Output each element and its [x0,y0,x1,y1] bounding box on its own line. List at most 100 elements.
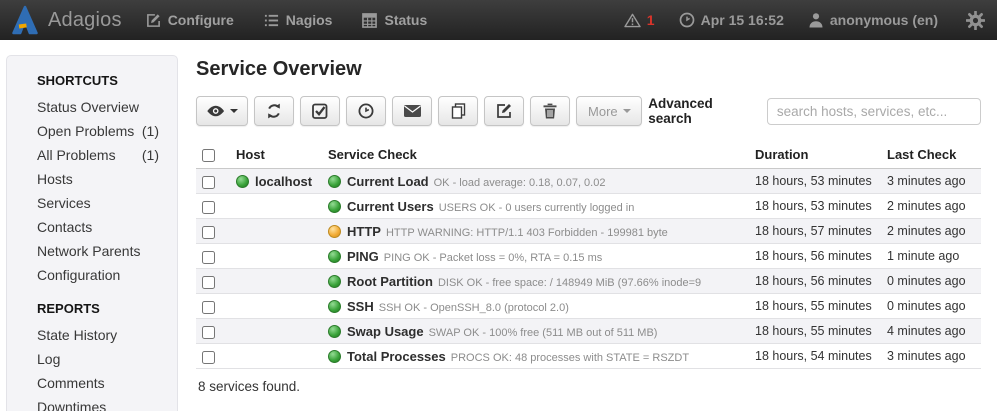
service-link[interactable]: Current Load [347,174,429,189]
service-link[interactable]: HTTP [347,224,381,239]
row-checkbox[interactable] [202,226,215,239]
main-content: Service Overview [196,58,981,394]
sidebar-item-label: Hosts [37,167,73,191]
trash-icon [543,103,557,119]
table-row: localhost Current Load OK - load average:… [196,169,981,194]
sidebar-item-network-parents[interactable]: Network Parents [37,239,159,263]
copy-button[interactable] [438,96,478,126]
service-status-text: PROCS OK: 48 processes with STATE = RSZD… [451,352,689,364]
select-all-checkbox[interactable] [202,149,215,162]
search-input[interactable] [767,98,981,125]
row-checkbox[interactable] [202,201,215,214]
caret-down-icon [623,109,631,113]
adagios-logo-icon [12,5,38,35]
service-status-icon [328,250,341,263]
table-row: SSHSSH OK - OpenSSH_8.0 (protocol 2.0) 1… [196,294,981,319]
last-check-cell: 2 minutes ago [881,194,981,219]
service-status-text: SWAP OK - 100% free (511 MB out of 511 M… [429,327,658,339]
edit-square-icon [146,13,161,28]
sidebar-item-comments[interactable]: Comments [37,371,159,395]
sidebar-item-configuration[interactable]: Configuration [37,263,159,287]
row-checkbox[interactable] [202,251,215,264]
sidebar-item-open-problems[interactable]: Open Problems (1) [37,119,159,143]
delete-button[interactable] [530,96,570,126]
settings-button[interactable] [966,11,985,30]
service-link[interactable]: PING [347,249,379,264]
sidebar-item-label: All Problems [37,143,116,167]
sidebar-item-count: (1) [142,143,159,167]
column-duration: Duration [749,142,881,169]
table-row: Current UsersUSERS OK - 0 users currentl… [196,194,981,219]
sidebar-section-title: REPORTS [37,301,159,316]
duration-cell: 18 hours, 55 minutes [749,319,881,344]
sidebar: SHORTCUTS Status OverviewOpen Problems(1… [6,55,178,411]
row-checkbox[interactable] [202,301,215,314]
duration-cell: 18 hours, 56 minutes [749,244,881,269]
brand-title: Adagios [48,9,122,32]
column-last-check: Last Check [881,142,981,169]
sidebar-item-all-problems[interactable]: All Problems (1) [37,143,159,167]
service-link[interactable]: Current Users [347,199,434,214]
edit-square-icon [496,103,512,119]
last-check-cell: 3 minutes ago [881,169,981,194]
row-checkbox[interactable] [202,276,215,289]
gear-icon [966,11,985,30]
table-header-row: Host Service Check Duration Last Check [196,142,981,169]
menu-configure[interactable]: Configure [146,12,234,28]
sidebar-item-services[interactable]: Services [37,191,159,215]
duration-cell: 18 hours, 57 minutes [749,219,881,244]
datetime-display: Apr 15 16:52 [679,12,784,28]
sidebar-item-downtimes[interactable]: Downtimes [37,395,159,411]
sidebar-item-label: Configuration [37,263,120,287]
acknowledge-button[interactable] [300,96,340,126]
last-check-cell: 1 minute ago [881,244,981,269]
service-link[interactable]: Swap Usage [347,324,424,339]
sidebar-item-log[interactable]: Log [37,347,159,371]
service-link[interactable]: Total Processes [347,349,446,364]
service-status-text: OK - load average: 0.18, 0.07, 0.02 [434,177,606,189]
sidebar-item-label: Comments [37,371,105,395]
host-link[interactable]: localhost [255,174,312,189]
service-link[interactable]: Root Partition [347,274,433,289]
action-toolbar: More Advanced search [196,96,981,126]
services-found-count: 8 services found. [198,379,981,394]
last-check-cell: 0 minutes ago [881,294,981,319]
send-notification-button[interactable] [392,96,432,126]
brand[interactable]: Adagios [12,5,122,35]
schedule-downtime-button[interactable] [346,96,386,126]
row-checkbox[interactable] [202,326,215,339]
advanced-search-label: Advanced search [648,96,758,126]
sidebar-item-label: Contacts [37,215,92,239]
duration-cell: 18 hours, 55 minutes [749,294,881,319]
table-row: Total Processes PROCS OK: 48 processes wi… [196,344,981,369]
row-checkbox[interactable] [202,351,215,364]
refresh-button[interactable] [254,96,294,126]
sidebar-item-label: Network Parents [37,239,140,263]
row-checkbox[interactable] [202,176,215,189]
user-menu[interactable]: anonymous (en) [808,12,938,28]
last-check-cell: 2 minutes ago [881,219,981,244]
edit-button[interactable] [484,96,524,126]
sidebar-item-contacts[interactable]: Contacts [37,215,159,239]
sidebar-item-label: Services [37,191,91,215]
last-check-cell: 4 minutes ago [881,319,981,344]
menu-status[interactable]: Status [362,12,427,28]
warning-triangle-icon [624,13,641,28]
table-row: Swap Usage SWAP OK - 100% free (511 MB ou… [196,319,981,344]
service-status-text: DISK OK - free space: / 148949 MiB (97.6… [438,277,701,289]
sidebar-item-label: Open Problems [37,119,134,143]
sidebar-item-count: (1) [142,119,159,143]
service-link[interactable]: SSH [347,299,374,314]
sidebar-item-hosts[interactable]: Hosts [37,167,159,191]
sidebar-item-state-history[interactable]: State History [37,323,159,347]
more-button[interactable]: More [576,96,642,126]
service-status-icon [328,350,341,363]
sidebar-item-status-overview[interactable]: Status Overview [37,95,159,119]
service-status-icon [328,225,341,238]
menu-nagios[interactable]: Nagios [264,12,333,28]
service-table-body: localhost Current Load OK - load average:… [196,169,981,369]
problems-indicator[interactable]: 1 [624,12,655,28]
duration-cell: 18 hours, 56 minutes [749,269,881,294]
clock-icon [679,12,695,28]
view-options-button[interactable] [196,96,248,126]
